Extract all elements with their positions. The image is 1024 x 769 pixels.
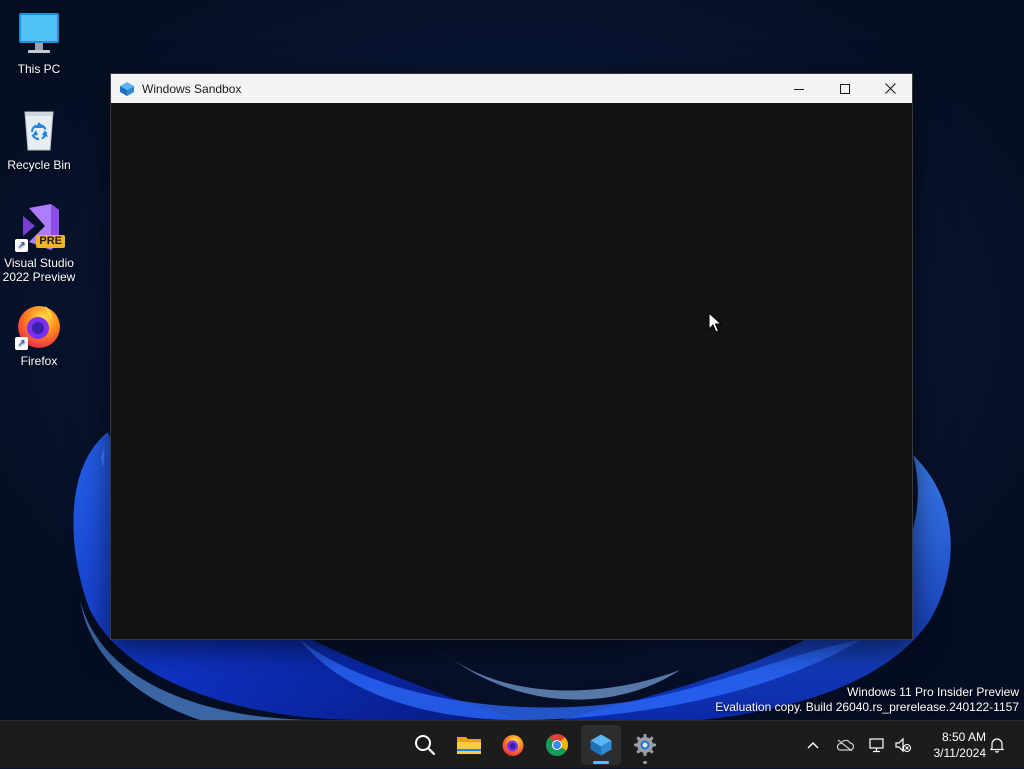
minimize-icon <box>794 88 804 90</box>
desktop-icon-label: Visual Studio 2022 Preview <box>2 256 76 284</box>
chevron-up-icon <box>807 742 819 749</box>
speaker-muted-icon <box>895 737 911 753</box>
desktop-icon-label: Firefox <box>20 354 58 368</box>
taskbar-chrome-button[interactable] <box>537 725 577 765</box>
close-icon <box>884 83 896 94</box>
desktop-icon-visual-studio[interactable]: PRE ↗ Visual Studio 2022 Preview <box>2 204 76 284</box>
mouse-cursor-icon <box>708 312 722 333</box>
folder-icon <box>457 737 481 754</box>
visual-studio-icon: PRE ↗ <box>15 204 65 252</box>
desktop-icon-label: Recycle Bin <box>7 158 71 172</box>
bell-icon <box>990 738 1004 753</box>
windows-sandbox-icon <box>120 81 134 96</box>
chrome-icon <box>545 734 569 756</box>
maximize-button[interactable] <box>822 74 868 103</box>
evaluation-watermark: Windows 11 Pro Insider Preview Evaluatio… <box>715 685 1019 715</box>
monitor-icon <box>15 10 63 58</box>
windows-sandbox-icon <box>590 734 612 756</box>
volume-tray-button[interactable] <box>892 721 914 769</box>
network-icon <box>869 738 884 753</box>
shortcut-arrow-icon: ↗ <box>15 239 28 252</box>
show-hidden-icons-button[interactable] <box>802 721 824 769</box>
maximize-icon <box>840 83 850 94</box>
desktop-icon-firefox[interactable]: ↗ Firefox <box>2 302 76 368</box>
taskbar-windows-sandbox-button[interactable] <box>581 725 621 765</box>
taskbar-search-button[interactable] <box>405 725 445 765</box>
taskbar-settings-button[interactable] <box>625 725 665 765</box>
window-titlebar[interactable]: Windows Sandbox <box>111 74 912 103</box>
desktop-icon-recycle-bin[interactable]: Recycle Bin <box>2 106 76 172</box>
recycle-bin-icon <box>15 106 63 154</box>
running-app-indicator <box>643 761 647 764</box>
active-app-indicator <box>593 761 609 764</box>
taskbar-firefox-button[interactable] <box>493 725 533 765</box>
clock-date: 3/11/2024 <box>933 746 987 760</box>
watermark-build: Evaluation copy. Build 26040.rs_prerelea… <box>715 700 1019 714</box>
clock[interactable]: 8:50 AM 3/11/2024 <box>918 729 987 761</box>
taskbar: 8:50 AM 3/11/2024 <box>0 720 1024 768</box>
clock-time: 8:50 AM <box>941 730 986 744</box>
watermark-edition: Windows 11 Pro Insider Preview <box>847 685 1019 699</box>
search-icon <box>415 735 436 756</box>
onedrive-tray-button[interactable] <box>834 721 856 769</box>
network-tray-button[interactable] <box>866 721 888 769</box>
sandbox-window[interactable]: Windows Sandbox <box>110 73 913 640</box>
onedrive-cloud-icon <box>836 739 854 751</box>
gear-icon <box>634 734 656 756</box>
notifications-button[interactable] <box>986 721 1008 769</box>
shortcut-arrow-icon: ↗ <box>15 337 28 350</box>
sandbox-display[interactable] <box>111 103 912 639</box>
firefox-icon: ↗ <box>15 302 63 350</box>
taskbar-file-explorer-button[interactable] <box>449 725 489 765</box>
minimize-button[interactable] <box>776 74 822 103</box>
desktop-icon-this-pc[interactable]: This PC <box>2 10 76 76</box>
pre-badge: PRE <box>36 235 65 248</box>
window-title: Windows Sandbox <box>142 81 242 96</box>
desktop-icon-label: This PC <box>17 62 61 76</box>
firefox-icon <box>502 735 524 756</box>
close-button[interactable] <box>867 74 913 103</box>
